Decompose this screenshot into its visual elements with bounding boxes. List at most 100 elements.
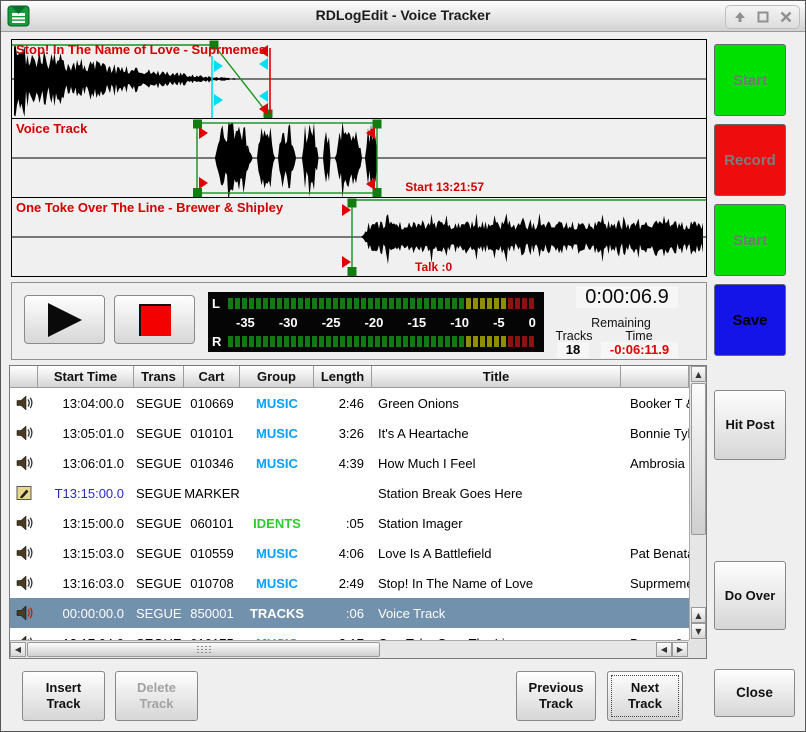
meter-segment (529, 298, 534, 309)
log-event-row[interactable]: 13:04:00.0SEGUE010669MUSIC2:46Green Onio… (10, 388, 706, 418)
meter-segment (249, 298, 254, 309)
cart-number-cell: MARKER (184, 486, 240, 501)
column-header-blank[interactable] (621, 366, 689, 388)
scroll-up-icon[interactable]: ▲ (691, 607, 706, 623)
next-track-button[interactable]: Next Track (607, 671, 683, 721)
segue-start-marker[interactable] (214, 94, 223, 106)
meter-scale-tick: -15 (407, 315, 426, 330)
play-button[interactable] (24, 295, 105, 344)
log-event-row[interactable]: 00:00:00.0SEGUE850001TRACKS:06Voice Trac… (10, 598, 706, 628)
meter-segment (242, 336, 247, 347)
meter-segment (242, 298, 247, 309)
vertical-scrollbar[interactable]: ▲ ▲ ▼ (689, 366, 706, 640)
title-cell: It's A Heartache (372, 426, 621, 441)
start-marker[interactable] (199, 127, 208, 139)
horizontal-scroll-thumb[interactable] (27, 642, 380, 657)
meter-segment (361, 336, 366, 347)
do-over-button[interactable]: Do Over (714, 561, 786, 630)
title-cell: Voice Track (372, 606, 621, 621)
stop-button[interactable] (114, 295, 195, 344)
meter-segment (326, 336, 331, 347)
column-header-trans[interactable]: Trans (134, 366, 184, 388)
log-event-row[interactable]: 13:16:03.0SEGUE010708MUSIC2:49Stop! In T… (10, 568, 706, 598)
meter-segment (333, 298, 338, 309)
artist-cell: Booker T & (621, 396, 689, 411)
vertical-scroll-thumb[interactable] (691, 383, 706, 535)
scroll-left-icon[interactable]: ◀ (656, 642, 672, 657)
scroll-down-icon[interactable]: ▼ (691, 623, 706, 639)
meter-segment (256, 336, 261, 347)
meter-segment (375, 336, 380, 347)
segue-end-marker[interactable] (259, 58, 268, 70)
previous-track-button[interactable]: Previous Track (516, 671, 596, 721)
meter-segment (228, 336, 233, 347)
table-header: Start TimeTransCartGroupLengthTitle (10, 366, 706, 388)
meter-segment (382, 298, 387, 309)
start-outgoing-button[interactable]: Start (714, 44, 786, 116)
start-handle[interactable] (348, 267, 357, 276)
scroll-up-icon[interactable]: ▲ (691, 366, 706, 382)
start-incoming-button[interactable]: Start (714, 204, 786, 276)
artist-cell: Suprmemes (621, 576, 689, 591)
maximize-window-icon[interactable] (751, 8, 774, 26)
region-handle[interactable] (193, 120, 202, 129)
column-header-title[interactable]: Title (372, 366, 621, 388)
close-button[interactable]: Close (714, 669, 795, 717)
log-event-row[interactable]: 13:15:00.0SEGUE060101IDENTS:05Station Im… (10, 508, 706, 538)
length-cell: 4:39 (314, 456, 372, 471)
voice-tracker-window: RDLogEdit - Voice Tracker Stop! In The N… (0, 0, 806, 732)
column-header-cart[interactable]: Cart (184, 366, 240, 388)
log-event-row[interactable]: 13:17:04.0SEGUE010175MUSIC3:17One Toke O… (10, 628, 706, 640)
meter-segment (515, 336, 520, 347)
start-marker[interactable] (199, 177, 208, 189)
title-cell: Stop! In The Name of Love (372, 576, 621, 591)
region-handle[interactable] (193, 188, 202, 197)
meter-segment (438, 298, 443, 309)
meter-segment (284, 336, 289, 347)
start-marker[interactable] (342, 256, 351, 268)
event-type-icon (10, 485, 38, 501)
close-window-icon[interactable] (774, 8, 797, 26)
scroll-right-icon[interactable]: ▶ (672, 642, 688, 657)
horizontal-scrollbar[interactable]: ◀ ◀ ▶ (10, 640, 689, 658)
log-event-row[interactable]: T13:15:00.0SEGUEMARKERStation Break Goes… (10, 478, 706, 508)
save-button[interactable]: Save (714, 284, 786, 356)
record-button[interactable]: Record (714, 124, 786, 196)
column-header-group[interactable]: Group (240, 366, 314, 388)
event-type-icon (10, 395, 38, 411)
meter-segment (368, 298, 373, 309)
log-event-row[interactable]: 13:15:03.0SEGUE010559MUSIC4:06Love Is A … (10, 538, 706, 568)
segue-start-marker[interactable] (214, 60, 223, 72)
meter-segment (522, 298, 527, 309)
meter-segment (326, 298, 331, 309)
meter-segment (340, 298, 345, 309)
delete-track-button[interactable]: Delete Track (115, 671, 198, 721)
tracks-remaining-label: Tracks (551, 329, 597, 343)
log-event-row[interactable]: 13:06:01.0SEGUE010346MUSIC4:39How Much I… (10, 448, 706, 478)
hit-post-button[interactable]: Hit Post (714, 390, 786, 460)
thumb-grip (196, 645, 212, 654)
incoming-track-title: One Toke Over The Line - Brewer & Shiple… (16, 200, 283, 215)
column-header-blank[interactable] (10, 366, 38, 388)
group-cell: IDENTS (240, 516, 314, 531)
meter-segment (368, 336, 373, 347)
column-header-length[interactable]: Length (314, 366, 372, 388)
cart-number-cell: 010101 (184, 426, 240, 441)
meter-scale: -35-30-25-20-15-10-50 (236, 315, 536, 330)
shade-window-icon[interactable] (728, 8, 751, 26)
segue-end-marker[interactable] (259, 90, 268, 102)
region-handle[interactable] (373, 188, 382, 197)
meter-segment (249, 336, 254, 347)
meter-segment (298, 298, 303, 309)
region-handle[interactable] (373, 120, 382, 129)
log-event-row[interactable]: 13:05:01.0SEGUE010101MUSIC3:26It's A Hea… (10, 418, 706, 448)
column-header-start-time[interactable]: Start Time (38, 366, 134, 388)
artist-cell: Bonnie Tyle (621, 426, 689, 441)
cart-number-cell: 010559 (184, 546, 240, 561)
meter-segment (270, 336, 275, 347)
scroll-left-icon[interactable]: ◀ (10, 642, 26, 657)
start-time-cell: 13:16:03.0 (38, 576, 134, 591)
meter-segment (452, 336, 457, 347)
start-handle[interactable] (348, 199, 357, 208)
insert-track-button[interactable]: Insert Track (22, 671, 105, 721)
